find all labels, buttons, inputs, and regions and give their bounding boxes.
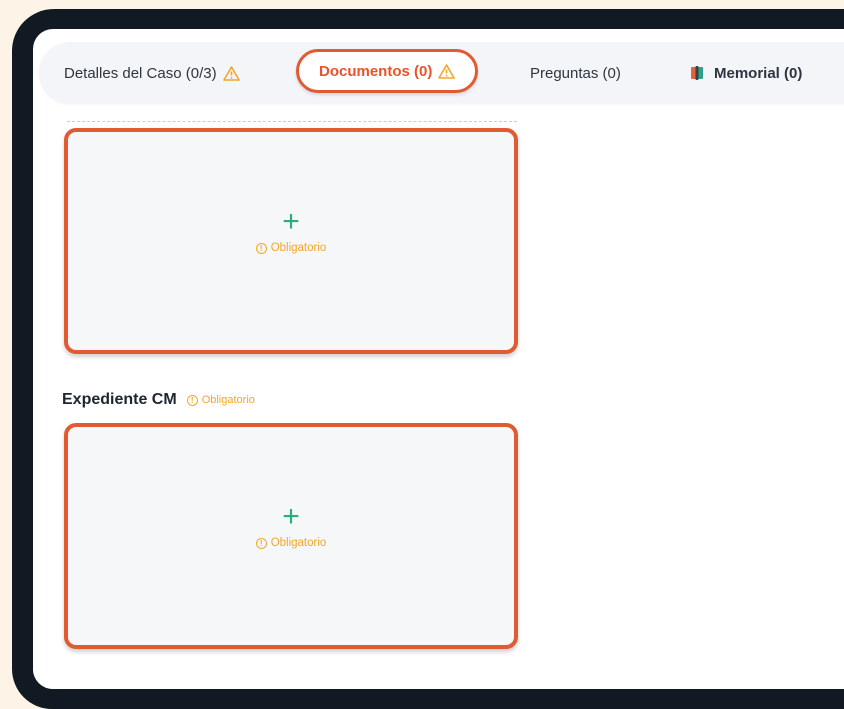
tab-case-details[interactable]: Detalles del Caso (0/3) — [64, 58, 240, 88]
info-icon: ! — [255, 537, 267, 549]
tab-label: Detalles del Caso (0/3) — [64, 64, 217, 82]
upload-inner: + ! Obligatorio — [68, 500, 514, 549]
warning-icon — [222, 65, 240, 81]
tab-documents[interactable]: Documentos (0) — [296, 49, 479, 93]
required-indicator: ! Obligatorio — [186, 394, 255, 406]
book-icon — [690, 65, 704, 81]
divider — [67, 121, 517, 122]
plus-icon: + — [282, 500, 300, 533]
tab-label: Preguntas (0) — [530, 64, 621, 82]
tab-memorial[interactable]: Memorial (0) — [690, 58, 802, 88]
info-icon: ! — [186, 394, 198, 406]
tab-questions[interactable]: Preguntas (0) — [530, 58, 621, 88]
section-title-expediente: Expediente CM ! Obligatorio — [62, 391, 255, 409]
app-screen: Detalles del Caso (0/3) Documentos (0) P… — [33, 29, 844, 689]
required-indicator: ! Obligatorio — [255, 242, 327, 254]
info-icon: ! — [255, 242, 267, 254]
tab-label: Memorial (0) — [714, 64, 803, 82]
document-upload-dropzone[interactable]: + ! Obligatorio — [64, 128, 518, 354]
warning-icon — [438, 63, 456, 79]
expediente-upload-dropzone[interactable]: + ! Obligatorio — [64, 423, 518, 649]
tab-bar: Detalles del Caso (0/3) Documentos (0) P… — [39, 42, 844, 104]
plus-icon: + — [282, 205, 300, 238]
required-label: Obligatorio — [270, 537, 327, 549]
upload-inner: + ! Obligatorio — [68, 205, 514, 254]
required-label: Obligatorio — [201, 394, 255, 406]
required-label: Obligatorio — [270, 242, 327, 254]
section-title: Expediente CM — [62, 391, 177, 408]
tab-label: Documentos (0) — [319, 62, 433, 80]
required-indicator: ! Obligatorio — [255, 537, 327, 549]
